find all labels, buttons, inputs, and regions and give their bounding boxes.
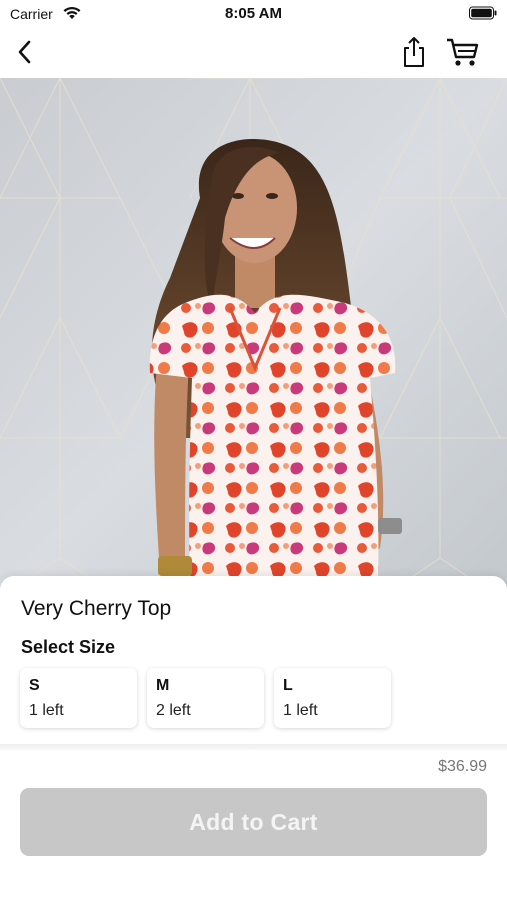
- cart-icon: [447, 38, 479, 66]
- size-stock: 2 left: [156, 702, 191, 719]
- share-icon: [404, 37, 424, 67]
- select-size-heading: Select Size: [21, 637, 116, 657]
- divider: [0, 744, 507, 750]
- product-image: [0, 78, 507, 598]
- size-label: M: [156, 677, 170, 694]
- size-stock: 1 left: [283, 702, 318, 719]
- product-details-sheet: Very Cherry Top Select Size S 1 left M 2…: [0, 576, 507, 900]
- chevron-left-icon: [18, 40, 31, 64]
- add-to-cart-button[interactable]: Add to Cart: [20, 788, 487, 856]
- size-option-s[interactable]: S 1 left: [20, 668, 137, 728]
- price: $36.99: [438, 758, 487, 775]
- size-options: S 1 left M 2 left L 1 left: [20, 668, 391, 728]
- clock: 8:05 AM: [225, 5, 282, 22]
- product-title: Very Cherry Top: [21, 597, 172, 620]
- battery-icon: [469, 6, 497, 20]
- size-stock: 1 left: [29, 702, 64, 719]
- status-bar: Carrier 8:05 AM: [0, 0, 507, 28]
- share-button[interactable]: [397, 34, 431, 70]
- back-button[interactable]: [10, 36, 40, 68]
- size-option-m[interactable]: M 2 left: [147, 668, 264, 728]
- size-label: S: [29, 677, 40, 694]
- navigation-bar: [0, 28, 507, 78]
- size-label: L: [283, 677, 293, 694]
- size-option-l[interactable]: L 1 left: [274, 668, 391, 728]
- product-photo: [0, 78, 507, 598]
- cart-button[interactable]: [443, 34, 483, 70]
